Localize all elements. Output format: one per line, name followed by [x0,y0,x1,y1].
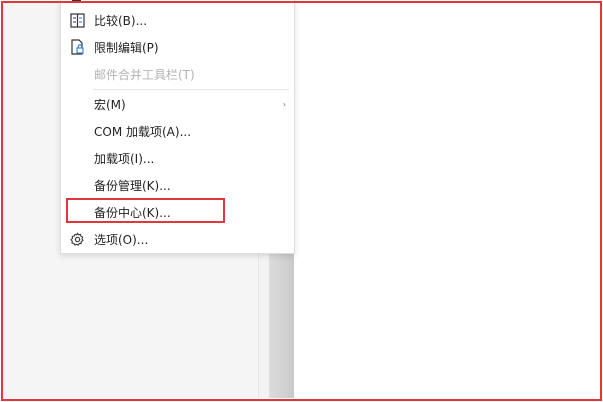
menu-item-mail-merge-toolbar: 邮件合并工具栏(T) [61,61,294,87]
menu-item-label: 加载项(I)... [94,151,155,166]
menu-item-label: COM 加载项(A)... [94,124,192,139]
menu-item-label: 备份中心(K)... [94,205,171,220]
menu-item-macro[interactable]: 宏(M) › [61,91,294,117]
restrict-editing-icon [69,39,85,55]
menu-separator [93,89,289,90]
menu-item-restrict-editing[interactable]: 限制编辑(P) [61,34,294,60]
menu-item-com-addins[interactable]: COM 加载项(A)... [61,118,294,144]
tools-dropdown-menu: 比较(B)... 限制编辑(P) 邮件合并工具栏(T) 宏(M) › COM 加… [60,0,295,254]
menu-item-compare[interactable]: 比较(B)... [61,7,294,33]
menu-item-addins[interactable]: 加载项(I)... [61,145,294,171]
gear-icon [69,231,85,247]
menu-item-label: 宏(M) [94,97,126,112]
menu-item-label: 邮件合并工具栏(T) [94,67,195,82]
menu-top-icon-fragment [72,0,81,3]
menu-item-backup-management[interactable]: 备份管理(K)... [61,172,294,198]
chevron-right-icon: › [282,99,286,109]
document-page[interactable] [294,3,599,398]
compare-icon [69,12,85,28]
menu-item-label: 备份管理(K)... [94,178,171,193]
menu-item-label: 比较(B)... [94,13,148,28]
menu-item-backup-center[interactable]: 备份中心(K)... [61,199,294,225]
menu-item-label: 选项(O)... [94,232,149,247]
menu-item-label: 限制编辑(P) [94,40,159,55]
menu-item-options[interactable]: 选项(O)... [61,226,294,252]
